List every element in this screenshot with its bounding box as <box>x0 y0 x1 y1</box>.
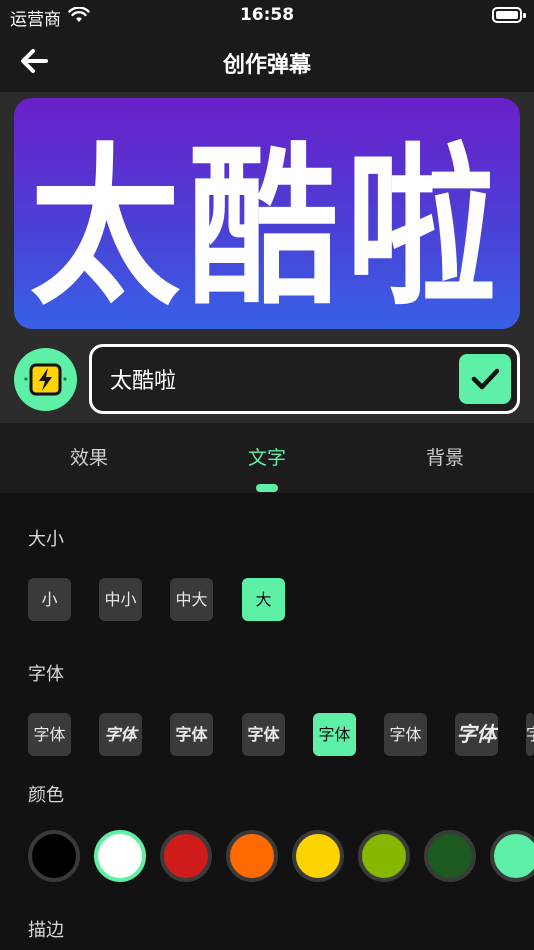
size-option-large[interactable]: 大 <box>242 578 285 621</box>
tab-background[interactable]: 背景 <box>356 423 534 493</box>
color-swatch[interactable] <box>28 830 80 882</box>
effect-shortcut-button[interactable] <box>14 348 77 411</box>
tab-text[interactable]: 文字 <box>178 423 356 493</box>
size-option-medium-small[interactable]: 中小 <box>99 578 142 621</box>
font-option[interactable]: 字体 <box>242 713 285 756</box>
size-option-medium-large[interactable]: 中大 <box>170 578 213 621</box>
status-bar: 运营商 16:58 <box>0 0 534 30</box>
confirm-button[interactable] <box>459 354 511 404</box>
font-option[interactable]: 字体 <box>170 713 213 756</box>
font-option[interactable]: 字体 <box>99 713 142 756</box>
danmaku-text-field <box>89 344 520 414</box>
preview-text: 太酷啦 <box>29 128 504 329</box>
status-time: 16:58 <box>239 5 295 25</box>
color-swatch[interactable] <box>358 830 410 882</box>
color-section-label: 颜色 <box>28 785 64 806</box>
battery-icon <box>492 7 526 23</box>
color-swatch[interactable] <box>226 830 278 882</box>
lightning-icon <box>24 363 67 396</box>
size-option-small[interactable]: 小 <box>28 578 71 621</box>
active-tab-indicator <box>256 484 278 492</box>
color-swatch[interactable] <box>490 830 534 882</box>
font-option[interactable]: 字体 <box>384 713 427 756</box>
font-option-selected[interactable]: 字体 <box>313 713 356 756</box>
page-title: 创作弹幕 <box>222 53 311 78</box>
preview-area: 太酷啦 <box>0 92 534 423</box>
tab-effects[interactable]: 效果 <box>0 423 178 493</box>
font-option[interactable]: 字体 <box>455 713 498 756</box>
font-section-label: 字体 <box>28 664 64 685</box>
nav-bar: 创作弹幕 <box>0 30 534 92</box>
font-option[interactable]: 字体 <box>28 713 71 756</box>
color-swatch[interactable] <box>424 830 476 882</box>
danmaku-input[interactable] <box>110 361 450 397</box>
stroke-section-label: 描边 <box>28 920 64 941</box>
font-option[interactable]: 字体 <box>526 713 534 756</box>
checkmark-icon <box>471 368 500 390</box>
tab-bar: 效果 文字 背景 <box>0 423 534 493</box>
danmaku-preview: 太酷啦 <box>14 98 520 329</box>
size-section-label: 大小 <box>28 529 64 550</box>
color-swatch[interactable] <box>292 830 344 882</box>
color-swatch[interactable] <box>160 830 212 882</box>
color-swatch[interactable] <box>94 830 146 882</box>
